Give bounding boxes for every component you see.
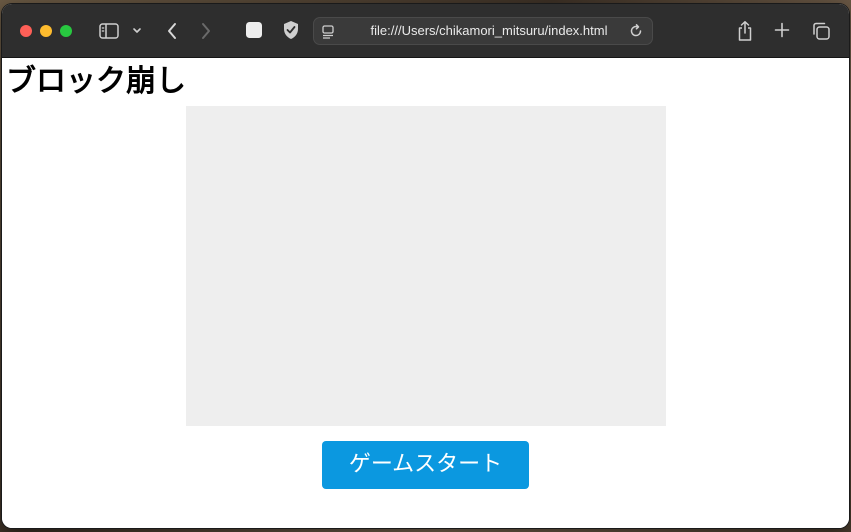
sidebar-icon[interactable] xyxy=(98,21,120,41)
back-arrow-icon[interactable] xyxy=(162,20,182,42)
browser-toolbar: file:///Users/chikamori_mitsuru/index.ht… xyxy=(2,4,849,58)
start-game-button[interactable]: ゲームスタート xyxy=(322,441,529,489)
browser-window: file:///Users/chikamori_mitsuru/index.ht… xyxy=(2,4,849,528)
reload-icon[interactable] xyxy=(628,23,644,39)
address-url[interactable]: file:///Users/chikamori_mitsuru/index.ht… xyxy=(354,18,624,44)
extension-square-icon[interactable] xyxy=(244,20,264,40)
page-content: ブロック崩し ゲームスタート xyxy=(2,58,849,528)
plus-icon[interactable] xyxy=(772,20,792,40)
maximize-window-button[interactable] xyxy=(60,25,72,37)
shield-check-icon[interactable] xyxy=(280,19,302,41)
page-settings-icon[interactable] xyxy=(322,24,336,39)
page-title: ブロック崩し xyxy=(6,64,186,99)
tab-overview-icon[interactable] xyxy=(810,20,832,42)
share-icon[interactable] xyxy=(735,19,755,43)
forward-arrow-icon[interactable] xyxy=(196,20,216,42)
address-bar[interactable]: file:///Users/chikamori_mitsuru/index.ht… xyxy=(313,17,653,45)
minimize-window-button[interactable] xyxy=(40,25,52,37)
close-window-button[interactable] xyxy=(20,25,32,37)
chevron-down-icon[interactable] xyxy=(131,23,143,39)
game-canvas[interactable] xyxy=(186,106,666,426)
